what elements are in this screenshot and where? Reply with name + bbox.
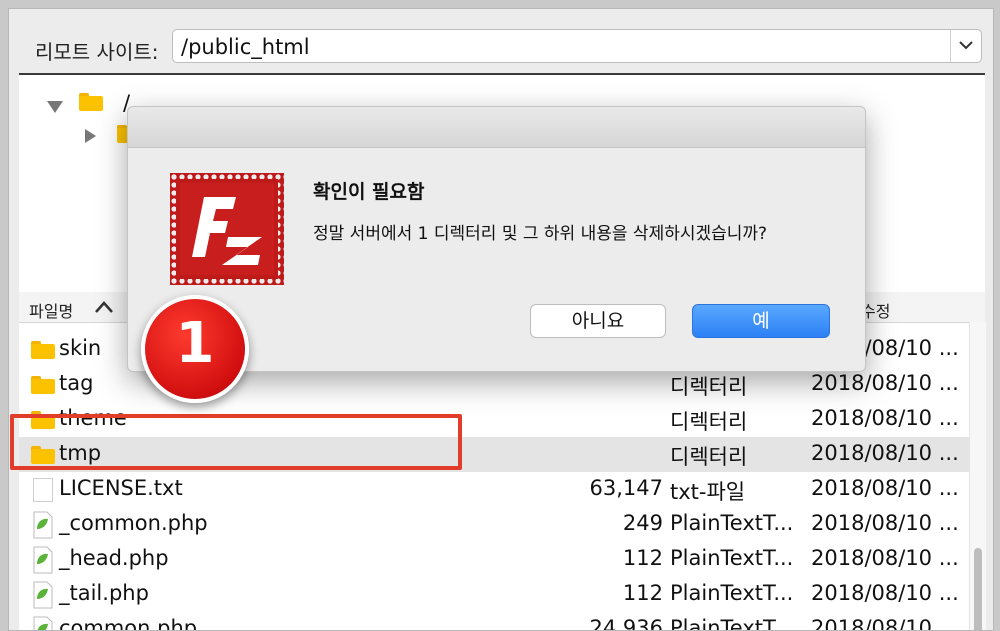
expand-arrow-icon[interactable] [47,101,63,113]
file-date: 2018/08/10 ... [811,406,959,430]
remote-path-input[interactable]: /public_html [172,29,982,63]
file-size: 112 [622,581,663,605]
file-type: PlainTextT... [670,511,794,535]
file-type: 디렉터리 [670,410,748,434]
tmp-row-highlight-box [10,414,462,470]
file-date: 2018/08/10 ... [811,511,959,535]
file-size: 249 [622,511,663,535]
file-size: 112 [622,546,663,570]
file-row[interactable]: _head.php 112 PlainTextT... 2018/08/10 .… [19,542,969,577]
file-row[interactable]: _common.php 249 PlainTextT... 2018/08/10… [19,507,969,542]
folder-icon [31,341,55,359]
php-file-icon [33,511,53,539]
file-type: 디렉터리 [670,375,748,399]
file-row[interactable]: LICENSE.txt 63,147 txt-파일 2018/08/10 ... [19,472,969,507]
file-name: _head.php [59,546,169,570]
file-date: 2018/08/10 ... [811,476,959,500]
file-row[interactable]: common.php 24,936 PlainTextT... 2018/08/… [19,612,969,630]
file-name: skin [59,336,102,360]
dialog-title: 확인이 필요함 [313,181,425,203]
file-type: PlainTextT... [670,546,794,570]
chevron-down-icon [959,41,973,50]
file-name: LICENSE.txt [59,476,183,500]
scroll-thumb[interactable] [974,548,982,630]
file-date: 2018/08/10 ... [811,546,959,570]
file-icon [33,478,53,502]
remote-path-value[interactable]: /public_html [181,35,310,59]
file-name: tag [59,371,94,395]
php-file-icon [33,581,53,609]
file-name: _tail.php [59,581,149,605]
dialog-titlebar[interactable] [128,107,865,148]
remote-site-bar: 리모트 사이트: /public_html [9,27,993,67]
filezilla-logo [170,173,284,285]
file-type: 디렉터리 [670,445,748,469]
file-type: PlainTextT... [670,581,794,605]
folder-icon [31,376,55,394]
php-file-icon [33,546,53,574]
file-date: 2018/08/10 ... [811,371,959,395]
column-filename[interactable]: 파일명 [29,298,73,322]
file-date: 2018/08/10 ... [811,441,959,465]
step-number-badge: 1 [141,295,249,403]
remote-site-label: 리모트 사이트: [35,40,159,64]
step-number: 1 [175,311,215,376]
file-date: 2018/08/10 ... [811,581,959,605]
path-dropdown-button[interactable] [950,30,981,62]
file-type: txt-파일 [670,480,746,504]
yes-button[interactable]: 예 [692,304,830,338]
collapse-arrow-icon[interactable] [85,129,96,143]
file-row[interactable]: _tail.php 112 PlainTextT... 2018/08/10 .… [19,577,969,612]
file-name: _common.php [59,511,208,535]
no-button[interactable]: 아니요 [530,304,666,338]
file-size: 63,147 [589,476,663,500]
folder-icon [79,93,103,111]
vertical-scrollbar[interactable] [969,322,986,630]
sort-ascending-icon[interactable] [94,300,114,314]
dialog-message: 정말 서버에서 1 디렉터리 및 그 하위 내용을 삭제하시겠습니까? [313,224,768,244]
